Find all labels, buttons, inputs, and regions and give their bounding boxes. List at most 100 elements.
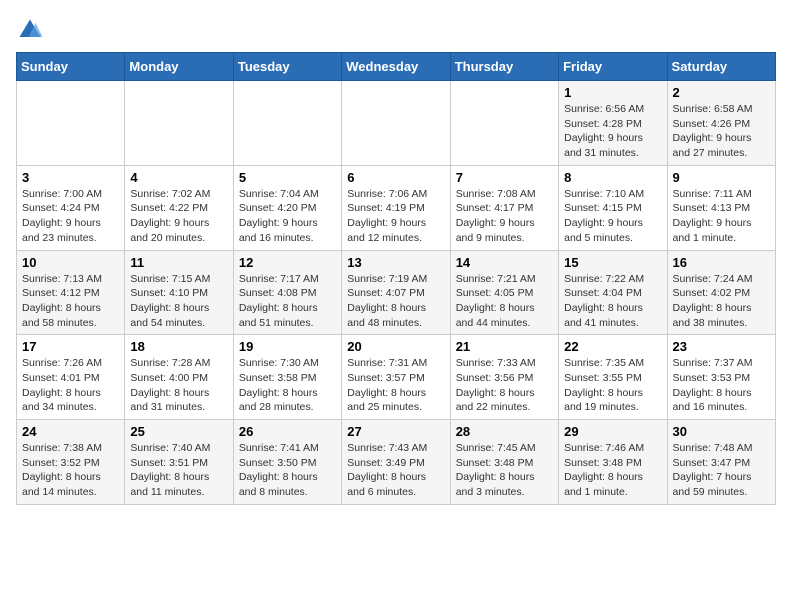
day-number: 1 — [564, 85, 661, 100]
calendar-cell: 7 Sunrise: 7:08 AM Sunset: 4:17 PM Daylig… — [450, 165, 558, 250]
day-number: 15 — [564, 255, 661, 270]
calendar-cell: 22 Sunrise: 7:35 AM Sunset: 3:55 PM Dayli… — [559, 335, 667, 420]
calendar-cell: 6 Sunrise: 7:06 AM Sunset: 4:19 PM Daylig… — [342, 165, 450, 250]
day-number: 19 — [239, 339, 336, 354]
day-info: Sunrise: 7:17 AM Sunset: 4:08 PM Dayligh… — [239, 272, 336, 331]
day-number: 13 — [347, 255, 444, 270]
calendar-cell: 1 Sunrise: 6:56 AM Sunset: 4:28 PM Daylig… — [559, 81, 667, 166]
day-info: Sunrise: 7:38 AM Sunset: 3:52 PM Dayligh… — [22, 441, 119, 500]
calendar-week-row: 1 Sunrise: 6:56 AM Sunset: 4:28 PM Daylig… — [17, 81, 776, 166]
day-number: 14 — [456, 255, 553, 270]
calendar-cell: 3 Sunrise: 7:00 AM Sunset: 4:24 PM Daylig… — [17, 165, 125, 250]
calendar-cell: 18 Sunrise: 7:28 AM Sunset: 4:00 PM Dayli… — [125, 335, 233, 420]
calendar-cell: 10 Sunrise: 7:13 AM Sunset: 4:12 PM Dayli… — [17, 250, 125, 335]
calendar-cell: 17 Sunrise: 7:26 AM Sunset: 4:01 PM Dayli… — [17, 335, 125, 420]
day-number: 21 — [456, 339, 553, 354]
day-info: Sunrise: 7:26 AM Sunset: 4:01 PM Dayligh… — [22, 356, 119, 415]
day-number: 20 — [347, 339, 444, 354]
day-info: Sunrise: 7:08 AM Sunset: 4:17 PM Dayligh… — [456, 187, 553, 246]
day-header-wednesday: Wednesday — [342, 53, 450, 81]
day-number: 12 — [239, 255, 336, 270]
day-number: 29 — [564, 424, 661, 439]
day-number: 16 — [673, 255, 770, 270]
day-info: Sunrise: 7:22 AM Sunset: 4:04 PM Dayligh… — [564, 272, 661, 331]
day-info: Sunrise: 7:33 AM Sunset: 3:56 PM Dayligh… — [456, 356, 553, 415]
day-info: Sunrise: 7:30 AM Sunset: 3:58 PM Dayligh… — [239, 356, 336, 415]
day-info: Sunrise: 7:00 AM Sunset: 4:24 PM Dayligh… — [22, 187, 119, 246]
day-info: Sunrise: 7:41 AM Sunset: 3:50 PM Dayligh… — [239, 441, 336, 500]
day-header-saturday: Saturday — [667, 53, 775, 81]
day-info: Sunrise: 7:04 AM Sunset: 4:20 PM Dayligh… — [239, 187, 336, 246]
calendar-cell: 25Sunrise: 7:40 AM Sunset: 3:51 PM Dayli… — [125, 420, 233, 505]
calendar-cell: 15 Sunrise: 7:22 AM Sunset: 4:04 PM Dayli… — [559, 250, 667, 335]
day-info: Sunrise: 7:45 AM Sunset: 3:48 PM Dayligh… — [456, 441, 553, 500]
calendar-cell — [17, 81, 125, 166]
day-number: 6 — [347, 170, 444, 185]
calendar-cell: 14 Sunrise: 7:21 AM Sunset: 4:05 PM Dayli… — [450, 250, 558, 335]
day-number: 18 — [130, 339, 227, 354]
calendar-cell — [233, 81, 341, 166]
day-number: 5 — [239, 170, 336, 185]
calendar-header-row: SundayMondayTuesdayWednesdayThursdayFrid… — [17, 53, 776, 81]
calendar-cell: 16 Sunrise: 7:24 AM Sunset: 4:02 PM Dayli… — [667, 250, 775, 335]
day-info: Sunrise: 6:58 AM Sunset: 4:26 PM Dayligh… — [673, 102, 770, 161]
calendar-cell: 11Sunrise: 7:15 AM Sunset: 4:10 PM Dayli… — [125, 250, 233, 335]
calendar-cell: 2 Sunrise: 6:58 AM Sunset: 4:26 PM Daylig… — [667, 81, 775, 166]
calendar-cell — [342, 81, 450, 166]
day-info: Sunrise: 7:24 AM Sunset: 4:02 PM Dayligh… — [673, 272, 770, 331]
day-header-sunday: Sunday — [17, 53, 125, 81]
calendar-cell: 19 Sunrise: 7:30 AM Sunset: 3:58 PM Dayli… — [233, 335, 341, 420]
day-info: Sunrise: 7:11 AM Sunset: 4:13 PM Dayligh… — [673, 187, 770, 246]
day-number: 9 — [673, 170, 770, 185]
day-header-monday: Monday — [125, 53, 233, 81]
day-number: 3 — [22, 170, 119, 185]
day-number: 4 — [130, 170, 227, 185]
day-info: Sunrise: 7:37 AM Sunset: 3:53 PM Dayligh… — [673, 356, 770, 415]
day-info: Sunrise: 7:10 AM Sunset: 4:15 PM Dayligh… — [564, 187, 661, 246]
logo — [16, 16, 48, 44]
header — [16, 16, 776, 44]
day-info: Sunrise: 7:46 AM Sunset: 3:48 PM Dayligh… — [564, 441, 661, 500]
calendar-cell — [450, 81, 558, 166]
day-number: 25 — [130, 424, 227, 439]
calendar-cell: 13 Sunrise: 7:19 AM Sunset: 4:07 PM Dayli… — [342, 250, 450, 335]
calendar-cell: 20 Sunrise: 7:31 AM Sunset: 3:57 PM Dayli… — [342, 335, 450, 420]
day-info: Sunrise: 7:06 AM Sunset: 4:19 PM Dayligh… — [347, 187, 444, 246]
day-number: 30 — [673, 424, 770, 439]
day-info: Sunrise: 7:13 AM Sunset: 4:12 PM Dayligh… — [22, 272, 119, 331]
calendar-cell: 28 Sunrise: 7:45 AM Sunset: 3:48 PM Dayli… — [450, 420, 558, 505]
calendar-week-row: 10 Sunrise: 7:13 AM Sunset: 4:12 PM Dayli… — [17, 250, 776, 335]
calendar-table: SundayMondayTuesdayWednesdayThursdayFrid… — [16, 52, 776, 505]
calendar-cell: 4Sunrise: 7:02 AM Sunset: 4:22 PM Daylig… — [125, 165, 233, 250]
day-number: 22 — [564, 339, 661, 354]
day-info: Sunrise: 6:56 AM Sunset: 4:28 PM Dayligh… — [564, 102, 661, 161]
calendar-cell: 23 Sunrise: 7:37 AM Sunset: 3:53 PM Dayli… — [667, 335, 775, 420]
day-number: 26 — [239, 424, 336, 439]
calendar-week-row: 17 Sunrise: 7:26 AM Sunset: 4:01 PM Dayli… — [17, 335, 776, 420]
calendar-cell: 24Sunrise: 7:38 AM Sunset: 3:52 PM Dayli… — [17, 420, 125, 505]
day-number: 23 — [673, 339, 770, 354]
day-info: Sunrise: 7:28 AM Sunset: 4:00 PM Dayligh… — [130, 356, 227, 415]
calendar-week-row: 24Sunrise: 7:38 AM Sunset: 3:52 PM Dayli… — [17, 420, 776, 505]
calendar-cell: 26 Sunrise: 7:41 AM Sunset: 3:50 PM Dayli… — [233, 420, 341, 505]
day-number: 10 — [22, 255, 119, 270]
calendar-cell: 27Sunrise: 7:43 AM Sunset: 3:49 PM Dayli… — [342, 420, 450, 505]
day-info: Sunrise: 7:19 AM Sunset: 4:07 PM Dayligh… — [347, 272, 444, 331]
day-info: Sunrise: 7:31 AM Sunset: 3:57 PM Dayligh… — [347, 356, 444, 415]
calendar-cell: 29 Sunrise: 7:46 AM Sunset: 3:48 PM Dayli… — [559, 420, 667, 505]
day-info: Sunrise: 7:48 AM Sunset: 3:47 PM Dayligh… — [673, 441, 770, 500]
day-number: 8 — [564, 170, 661, 185]
calendar-cell — [125, 81, 233, 166]
day-number: 17 — [22, 339, 119, 354]
calendar-week-row: 3 Sunrise: 7:00 AM Sunset: 4:24 PM Daylig… — [17, 165, 776, 250]
day-header-friday: Friday — [559, 53, 667, 81]
day-number: 28 — [456, 424, 553, 439]
day-info: Sunrise: 7:35 AM Sunset: 3:55 PM Dayligh… — [564, 356, 661, 415]
day-info: Sunrise: 7:21 AM Sunset: 4:05 PM Dayligh… — [456, 272, 553, 331]
day-number: 7 — [456, 170, 553, 185]
calendar-cell: 9 Sunrise: 7:11 AM Sunset: 4:13 PM Daylig… — [667, 165, 775, 250]
calendar-cell: 5 Sunrise: 7:04 AM Sunset: 4:20 PM Daylig… — [233, 165, 341, 250]
calendar-cell: 12 Sunrise: 7:17 AM Sunset: 4:08 PM Dayli… — [233, 250, 341, 335]
day-number: 2 — [673, 85, 770, 100]
day-number: 27 — [347, 424, 444, 439]
